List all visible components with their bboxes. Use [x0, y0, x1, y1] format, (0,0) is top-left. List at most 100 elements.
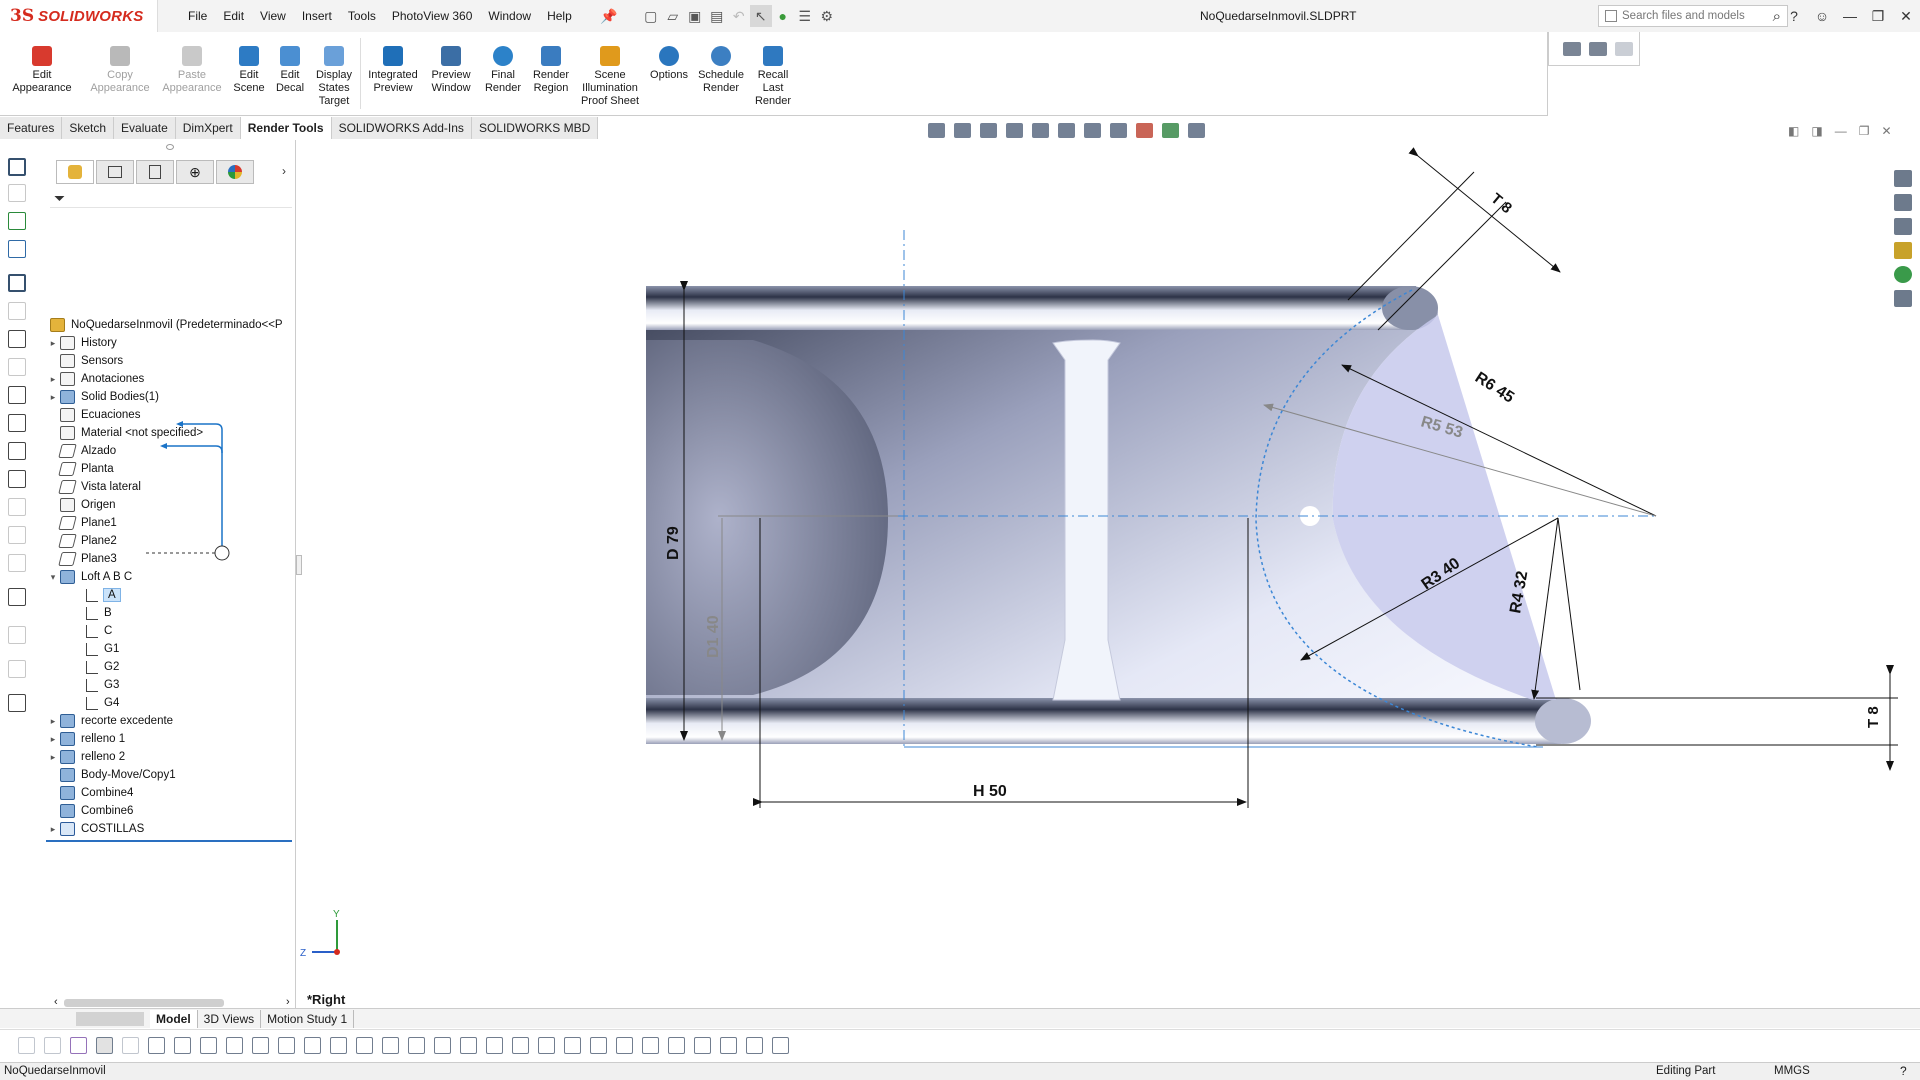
filter-connection-points-icon[interactable]	[642, 1037, 659, 1054]
scene-illumination-proof-sheet-button[interactable]: Scene Illumination Proof Sheet	[575, 32, 645, 115]
dynamic-annotation-icon[interactable]	[1032, 123, 1049, 138]
filter-midpoints-icon[interactable]	[694, 1037, 711, 1054]
filter-edges-icon[interactable]	[174, 1037, 191, 1054]
datum-feature-icon[interactable]	[8, 386, 26, 404]
menu-help[interactable]: Help	[539, 0, 580, 32]
section-view-icon[interactable]	[1006, 123, 1023, 138]
dim-t8-top[interactable]: T 8	[1487, 190, 1515, 217]
open-icon[interactable]: ▱	[662, 5, 684, 27]
edit-decal-button[interactable]: Edit Decal	[270, 32, 310, 115]
viewport-forward-icon[interactable]: ◨	[1811, 124, 1822, 138]
table-icon[interactable]	[8, 694, 26, 712]
dimxpert-manager-tab[interactable]: ⊕	[176, 160, 214, 184]
view-orientation-icon[interactable]	[1058, 123, 1075, 138]
expand-arrow-icon[interactable]: ▸	[46, 716, 60, 727]
tab-sketch[interactable]: Sketch	[62, 117, 115, 139]
tree-item-vista-lateral[interactable]: Vista lateral	[46, 478, 141, 496]
tree-item-solid-bodies-1[interactable]: ▸ Solid Bodies(1)	[46, 388, 159, 406]
edit-appearance-view-icon[interactable]	[1136, 123, 1153, 138]
collapse-arrow-icon[interactable]: ▾	[46, 572, 60, 583]
tree-item-costillas[interactable]: ▸ COSTILLAS	[46, 820, 144, 838]
edit-appearance-button[interactable]: Edit Appearance	[0, 32, 84, 115]
tree-item-plane2[interactable]: Plane2	[46, 532, 117, 550]
filter-reference-icon[interactable]	[772, 1037, 789, 1054]
filter-surface-bodies-icon[interactable]	[226, 1037, 243, 1054]
filter-dowel-pins-icon[interactable]	[616, 1037, 633, 1054]
center-mark-icon[interactable]	[8, 626, 26, 644]
scroll-right-icon[interactable]: ›	[286, 996, 290, 1008]
menu-tools[interactable]: Tools	[340, 0, 384, 32]
filter-cosmetic-threads-icon[interactable]	[564, 1037, 581, 1054]
property-manager-tab[interactable]	[96, 160, 134, 184]
options-button[interactable]: Options	[645, 32, 693, 115]
expand-arrow-icon[interactable]: ▸	[46, 752, 60, 763]
expand-arrow-icon[interactable]: ▸	[46, 824, 60, 835]
filter-clear-icon[interactable]	[44, 1037, 61, 1054]
tab-evaluate[interactable]: Evaluate	[114, 117, 176, 139]
dim-t8-right[interactable]: T 8	[1865, 706, 1882, 728]
tab-mbd[interactable]: SOLIDWORKS MBD	[472, 117, 599, 139]
viewport-minimize-icon[interactable]: —	[1835, 124, 1847, 138]
tree-rollback-bar[interactable]	[46, 840, 292, 842]
viewport-back-icon[interactable]: ◧	[1788, 124, 1799, 138]
filter-faces-icon[interactable]	[200, 1037, 217, 1054]
tree-item-alzado[interactable]: Alzado	[46, 442, 116, 460]
filter-dimensions-icon[interactable]	[408, 1037, 425, 1054]
datum-target-icon[interactable]	[8, 442, 26, 460]
surface-finish-icon[interactable]	[8, 330, 26, 348]
expand-arrow-icon[interactable]: ▸	[46, 734, 60, 745]
camera-icon[interactable]	[1563, 41, 1581, 56]
tab-motion-study[interactable]: Motion Study 1	[261, 1009, 355, 1028]
rebuild-icon[interactable]: ●	[772, 5, 794, 27]
tab-render-tools[interactable]: Render Tools	[240, 117, 332, 139]
file-properties-icon[interactable]: ☰	[794, 5, 816, 27]
hole-callout-icon[interactable]	[8, 470, 26, 488]
area-hatch-icon[interactable]	[8, 526, 26, 544]
filter-sketch-segments-icon[interactable]	[330, 1037, 347, 1054]
filter-routing-points-icon[interactable]	[668, 1037, 685, 1054]
filter-vertices-icon[interactable]	[148, 1037, 165, 1054]
tree-item-body-move-copy1[interactable]: Body-Move/Copy1	[46, 766, 176, 784]
tree-item-plane3[interactable]: Plane3	[46, 550, 117, 568]
tree-item-relleno-2[interactable]: ▸ relleno 2	[46, 748, 125, 766]
tree-item-plane1[interactable]: Plane1	[46, 514, 117, 532]
menu-window[interactable]: Window	[480, 0, 539, 32]
filter-weld-symbols-icon[interactable]	[512, 1037, 529, 1054]
menu-photoview[interactable]: PhotoView 360	[384, 0, 481, 32]
integrated-preview-button[interactable]: Integrated Preview	[363, 32, 423, 115]
save-icon[interactable]: ▣	[684, 5, 706, 27]
tab-dimxpert[interactable]: DimXpert	[176, 117, 241, 139]
search-input[interactable]: Search files and models ⌕	[1598, 5, 1788, 27]
tree-item-b[interactable]: B	[72, 604, 112, 622]
status-units[interactable]: MMGS	[1774, 1065, 1810, 1077]
graphics-area[interactable]: T 8 R6 45 R5 53 D 79 R3 40 R4 32 D1 40 T…	[298, 140, 1898, 1010]
note-icon[interactable]	[8, 274, 26, 292]
filter-center-marks-icon[interactable]	[382, 1037, 399, 1054]
zoom-to-fit-icon[interactable]	[928, 123, 945, 138]
tree-item-material-not-specified[interactable]: Material <not specified>	[46, 424, 203, 442]
display-style-icon[interactable]	[1084, 123, 1101, 138]
tab-3d-views[interactable]: 3D Views	[198, 1009, 262, 1028]
filter-center-of-mass-icon[interactable]	[720, 1037, 737, 1054]
user-icon[interactable]: ☺	[1808, 0, 1836, 32]
dim-r6-45[interactable]: R6 45	[1472, 369, 1517, 407]
tab-addins[interactable]: SOLIDWORKS Add-Ins	[332, 117, 472, 139]
select-icon[interactable]: ↖	[749, 5, 772, 27]
block-icon[interactable]	[8, 554, 26, 572]
tree-item-g4[interactable]: G4	[72, 694, 119, 712]
tree-item-planta[interactable]: Planta	[46, 460, 114, 478]
tab-features[interactable]: Features	[0, 117, 63, 139]
apply-scene-icon[interactable]	[1162, 123, 1179, 138]
dim-d79[interactable]: D 79	[665, 526, 682, 560]
render-camera-icon[interactable]	[1589, 41, 1607, 56]
schedule-render-button[interactable]: Schedule Render	[693, 32, 749, 115]
tree-item-g3[interactable]: G3	[72, 676, 119, 694]
copy-appearance-button[interactable]: Copy Appearance	[84, 32, 156, 115]
view-settings-icon[interactable]	[1188, 123, 1205, 138]
balloon-icon[interactable]	[8, 302, 26, 320]
hide-show-items-icon[interactable]	[1110, 123, 1127, 138]
display-manager-tab[interactable]	[216, 160, 254, 184]
tree-item-history[interactable]: ▸ History	[46, 334, 117, 352]
paste-appearance-button[interactable]: Paste Appearance	[156, 32, 228, 115]
tree-item-c[interactable]: C	[72, 622, 112, 640]
